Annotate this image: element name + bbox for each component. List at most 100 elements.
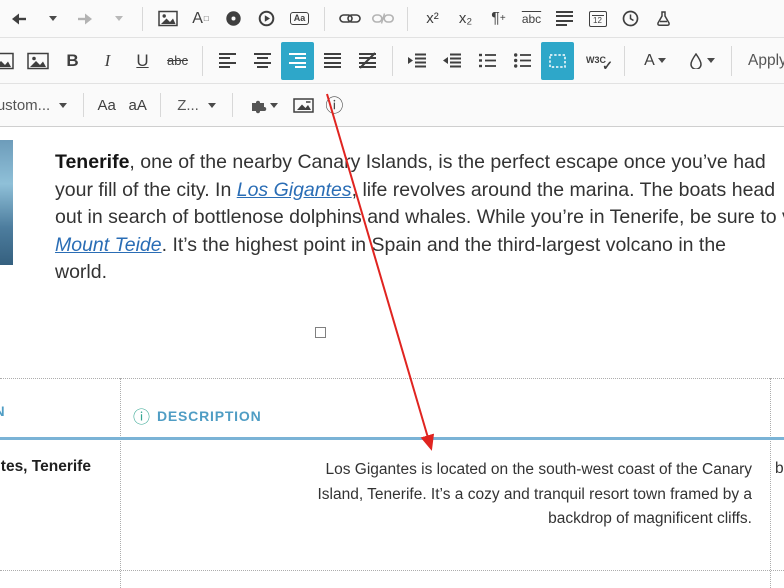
toolbar-row-3: Custom... Aa aA Z... ⓘ [0,84,784,127]
redo-history-button[interactable] [103,4,132,34]
media-play-button[interactable] [252,4,281,34]
show-blocks-button[interactable] [541,41,574,80]
align-center-icon [254,53,271,68]
clipped-edge-button[interactable] [0,42,19,80]
align-center-button[interactable] [246,42,279,80]
underline-button[interactable]: U [126,42,159,80]
caret-down-icon [657,58,666,63]
undo-button[interactable] [4,4,33,34]
template-flask-button[interactable] [649,4,678,34]
table-cell-location[interactable]: Los Gigantes, Tenerife [0,458,91,476]
indent-decrease-icon [443,53,461,68]
bold-label: B [66,50,79,70]
lowercase-button[interactable]: aA [123,90,152,120]
check-glyph: ✓ [602,58,613,73]
info-icon: ⓘ [325,96,344,116]
description-line: Island, Tenerife. It’s a cozy and tranqu… [317,485,752,503]
description-line: backdrop of magnificent cliffs. [548,510,752,527]
doc-bold-text: Tenerife [55,151,130,173]
abbr-label: abc [521,11,542,26]
link-mount-teide[interactable]: Mount Teide [55,234,162,256]
subscript-button[interactable]: x₂ [451,4,480,34]
document-paragraph[interactable]: Tenerife, one of the nearby Canary Islan… [55,149,784,287]
about-info-button[interactable]: ⓘ [320,90,349,120]
indent-decrease-button[interactable] [436,42,469,80]
redo-button[interactable] [70,4,99,34]
object-anchor-handle[interactable] [315,327,326,338]
italic-button[interactable]: I [91,42,124,80]
doc-text: out in search of bottlenose dolphins and… [55,206,784,228]
align-justify-button[interactable] [316,42,349,80]
slideshow-button[interactable] [289,90,318,120]
table-header-description[interactable]: ⓘ DESCRIPTION [133,403,261,428]
description-header-label: DESCRIPTION [157,407,262,424]
toolbar-separator [142,6,143,31]
numbered-list-button[interactable] [471,42,504,80]
plus-glyph: + [499,13,506,24]
w3c-icon: W3C ✓ [586,56,613,73]
table-cell-fragment[interactable]: b [775,460,784,478]
abbreviation-button[interactable]: abc [517,4,546,34]
toolbar-separator [731,45,732,76]
undo-history-button[interactable] [37,4,66,34]
toolbar-row-1: A □ Aa x² x₂ ¶ + abc 12 [0,0,784,38]
a-label: A [192,9,203,27]
numbered-list-icon [479,53,496,68]
unlink-icon [371,13,394,24]
apply-styles-label[interactable]: Apply [748,52,784,70]
align-right-button[interactable] [281,41,314,80]
insert-image-button[interactable] [153,4,182,34]
doc-line[interactable]: Tenerife, one of the nearby Canary Islan… [55,149,784,177]
bulleted-list-button[interactable] [506,42,539,80]
plugins-button[interactable] [241,90,287,120]
image-icon [26,52,49,69]
zoom-combo[interactable]: Z... [169,89,224,121]
table-cell-description[interactable]: Los Gigantes is located on the south-wes… [130,458,752,532]
calendar-icon: 12 [588,10,607,27]
paragraph-lines-icon [556,11,573,26]
superscript-button[interactable]: x² [418,4,447,34]
highlight-color-button[interactable] [679,42,723,80]
block-lines-button[interactable] [550,4,579,34]
undo-arrow-icon [11,13,26,24]
styles-combo[interactable]: Custom... [0,89,75,121]
toolbar-separator [324,6,325,31]
table-header-location[interactable]: LOCATION [0,403,5,419]
accessibility-check-button[interactable]: A □ [186,4,215,34]
remove-format-button[interactable] [351,42,384,80]
table-column-divider [770,378,771,588]
editor-content-area[interactable]: Tenerife, one of the nearby Canary Islan… [0,127,784,588]
capitalize-button[interactable]: Aa [92,90,121,120]
align-left-button[interactable] [211,42,244,80]
table-header-rule [0,437,784,440]
toolbar-separator [392,45,393,76]
toolbar-separator [202,45,203,76]
paragraph-insert-button[interactable]: ¶ + [484,4,513,34]
strikethrough-button[interactable]: abc [161,42,194,80]
bold-button[interactable]: B [56,42,89,80]
media-disc-button[interactable] [219,4,248,34]
insert-date-button[interactable]: 12 [583,4,612,34]
link-los-gigantes[interactable]: Los Gigantes [237,179,352,201]
image-properties-button[interactable] [21,42,54,80]
doc-line[interactable]: out in search of bottlenose dolphins and… [55,204,784,232]
slideshow-icon [293,97,314,113]
small-box-glyph: □ [203,14,209,23]
doc-line[interactable]: world. [55,259,784,287]
show-blocks-icon [549,53,566,68]
insert-time-button[interactable] [616,4,645,34]
insert-link-button[interactable] [335,4,364,34]
capitalize-label: Aa [97,96,116,114]
w3c-validate-button[interactable]: W3C ✓ [576,42,616,80]
caret-down-icon [207,102,216,108]
doc-line[interactable]: your fill of the city. In Los Gigantes, … [55,177,784,205]
textarea-field-button[interactable]: Aa [285,4,314,34]
bulleted-list-icon [514,53,531,68]
doc-line[interactable]: Mount Teide. It’s the highest point in S… [55,232,784,260]
unlink-button[interactable] [368,4,397,34]
indent-increase-button[interactable] [401,42,434,80]
font-color-button[interactable]: A [633,42,677,80]
clock-icon [622,10,639,27]
indent-increase-icon [408,53,426,68]
document-image-fragment[interactable] [0,140,13,265]
